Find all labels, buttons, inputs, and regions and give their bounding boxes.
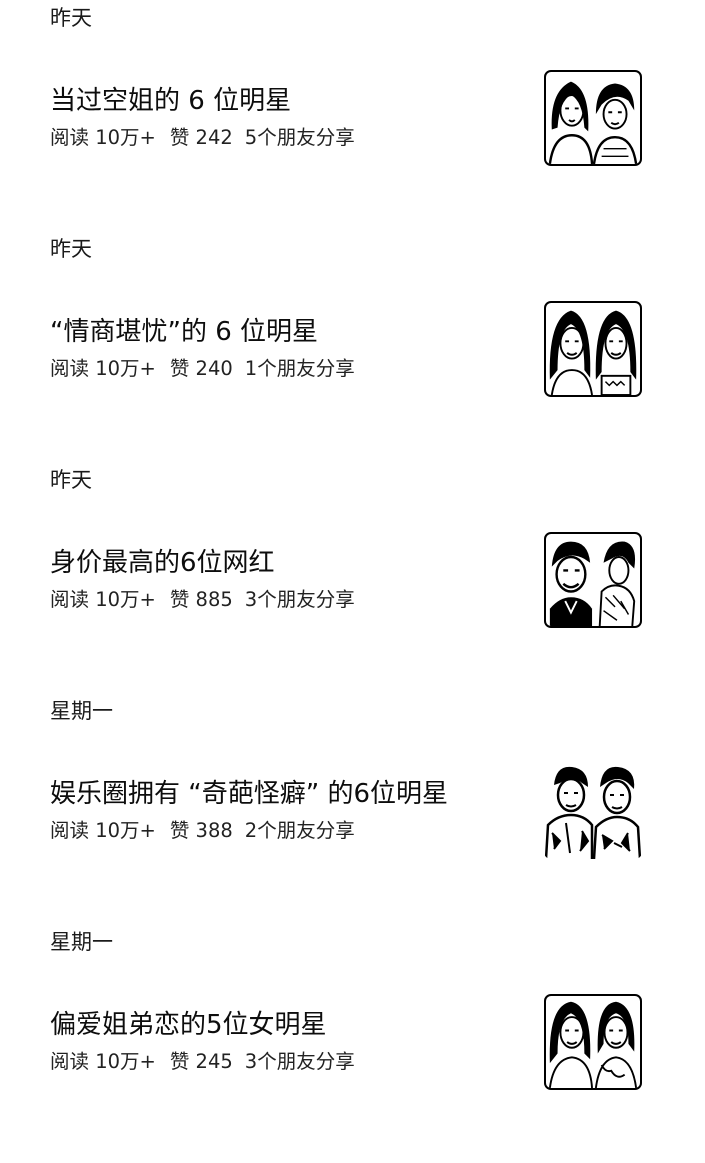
read-count: 阅读 10万+ xyxy=(50,819,156,842)
two-women-photo-icon xyxy=(549,310,637,395)
article-thumbnail[interactable] xyxy=(544,994,642,1090)
two-men-photo-icon xyxy=(544,766,642,859)
read-count: 阅读 10万+ xyxy=(50,357,156,380)
date-header: 昨天 xyxy=(50,468,92,492)
article-thumbnail[interactable] xyxy=(544,70,642,166)
date-header: 星期一 xyxy=(50,930,113,954)
article-thumbnail[interactable] xyxy=(544,763,642,859)
read-count: 阅读 10万+ xyxy=(50,126,156,149)
feed-group: 昨天 “情商堪忧”的 6 位明星 阅读 10万+ 赞 240 1个朋友分享 xyxy=(0,237,705,470)
article-item[interactable]: 身价最高的6位网红 阅读 10万+ 赞 885 3个朋友分享 xyxy=(0,510,705,630)
article-title[interactable]: 身价最高的6位网红 xyxy=(50,548,275,578)
article-item[interactable]: 娱乐圈拥有 “奇葩怪癖” 的6位明星 阅读 10万+ 赞 388 2个朋友分享 xyxy=(0,741,705,861)
date-header: 昨天 xyxy=(50,6,92,30)
two-women-photo-icon xyxy=(548,1001,638,1088)
like-count: 赞 885 xyxy=(169,588,233,611)
article-title[interactable]: 娱乐圈拥有 “奇葩怪癖” 的6位明星 xyxy=(50,779,448,809)
article-item[interactable]: “情商堪忧”的 6 位明星 阅读 10万+ 赞 240 1个朋友分享 xyxy=(0,279,705,399)
feed-group: 昨天 身价最高的6位网红 阅读 10万+ 赞 885 3个朋友分享 xyxy=(0,468,705,701)
article-title[interactable]: “情商堪忧”的 6 位明星 xyxy=(50,317,318,347)
share-count: 2个朋友分享 xyxy=(244,819,355,842)
man-and-woman-photo-icon xyxy=(549,541,636,626)
article-meta: 阅读 10万+ 赞 388 2个朋友分享 xyxy=(50,819,355,843)
article-meta: 阅读 10万+ 赞 242 5个朋友分享 xyxy=(50,126,355,150)
article-meta: 阅读 10万+ 赞 885 3个朋友分享 xyxy=(50,588,355,612)
date-header: 星期一 xyxy=(50,699,113,723)
article-item[interactable]: 偏爱姐弟恋的5位女明星 阅读 10万+ 赞 245 3个朋友分享 xyxy=(0,972,705,1092)
article-meta: 阅读 10万+ 赞 245 3个朋友分享 xyxy=(50,1050,355,1074)
article-title[interactable]: 当过空姐的 6 位明星 xyxy=(50,86,291,116)
like-count: 赞 388 xyxy=(169,819,233,842)
read-count: 阅读 10万+ xyxy=(50,588,156,611)
share-count: 1个朋友分享 xyxy=(244,357,355,380)
share-count: 3个朋友分享 xyxy=(244,1050,355,1073)
date-header: 昨天 xyxy=(50,237,92,261)
read-count: 阅读 10万+ xyxy=(50,1050,156,1073)
article-thumbnail[interactable] xyxy=(544,532,642,628)
like-count: 赞 242 xyxy=(169,126,233,149)
feed-group: 星期一 偏爱姐弟恋的5位女明星 阅读 10万+ 赞 245 3个朋友分享 xyxy=(0,930,705,1163)
feed-group: 星期一 娱乐圈拥有 “奇葩怪癖” 的6位明星 阅读 10万+ 赞 388 2个朋友分… xyxy=(0,699,705,932)
like-count: 赞 245 xyxy=(169,1050,233,1073)
two-women-photo-icon xyxy=(548,81,638,164)
share-count: 5个朋友分享 xyxy=(244,126,355,149)
feed-group: 昨天 当过空姐的 6 位明星 阅读 10万+ 赞 242 5个朋友分享 xyxy=(0,6,705,239)
article-meta: 阅读 10万+ 赞 240 1个朋友分享 xyxy=(50,357,355,381)
share-count: 3个朋友分享 xyxy=(244,588,355,611)
article-thumbnail[interactable] xyxy=(544,301,642,397)
article-title[interactable]: 偏爱姐弟恋的5位女明星 xyxy=(50,1010,327,1040)
like-count: 赞 240 xyxy=(169,357,233,380)
article-item[interactable]: 当过空姐的 6 位明星 阅读 10万+ 赞 242 5个朋友分享 xyxy=(0,48,705,168)
